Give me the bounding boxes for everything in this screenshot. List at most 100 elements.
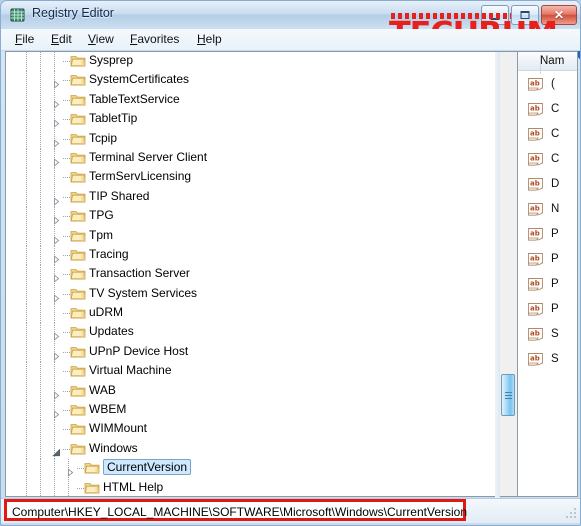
chevron-right-icon[interactable]	[52, 76, 61, 90]
chevron-right-icon[interactable]	[52, 251, 61, 264]
chevron-right-icon[interactable]	[52, 96, 61, 109]
folder-icon	[70, 345, 86, 359]
tree-item-label[interactable]: TPG	[89, 208, 114, 222]
menu-item-edit[interactable]: Edit	[45, 32, 78, 47]
svg-text:ab: ab	[530, 104, 540, 112]
menu-item-file[interactable]: File	[9, 32, 40, 47]
value-list-row[interactable]: ab (	[518, 74, 577, 99]
chevron-right-icon[interactable]	[52, 232, 61, 245]
tree-item[interactable]: WBEM	[6, 401, 494, 421]
tree-item-label[interactable]: Virtual Machine	[89, 363, 172, 377]
value-list-row[interactable]: ab S	[518, 349, 577, 374]
chevron-right-icon[interactable]	[52, 328, 61, 342]
tree-item-label[interactable]: TIP Shared	[89, 189, 149, 203]
close-button[interactable]: ✕	[541, 5, 577, 25]
tree-item-label[interactable]: WBEM	[89, 402, 126, 416]
tree-item[interactable]: Sysprep	[6, 52, 494, 72]
tree-item-label[interactable]: TableTextService	[89, 92, 180, 106]
tree-item-label[interactable]: Transaction Server	[89, 266, 190, 280]
tree-item-label[interactable]: TV System Services	[89, 286, 197, 300]
folder-icon	[70, 132, 86, 146]
resize-grip[interactable]	[565, 507, 578, 520]
menu-item-view[interactable]: View	[82, 32, 120, 47]
chevron-right-icon[interactable]	[52, 212, 61, 225]
tree-guide-line	[40, 265, 41, 285]
menu-item-favorites[interactable]: Favorites	[124, 32, 185, 47]
tree-item-label[interactable]: UPnP Device Host	[89, 344, 188, 358]
value-list-row[interactable]: ab C	[518, 99, 577, 124]
chevron-right-icon[interactable]	[52, 387, 61, 400]
tree-item[interactable]: Virtual Machine	[6, 362, 494, 382]
tree-item-label[interactable]: uDRM	[89, 305, 123, 319]
tree-item[interactable]: Updates	[6, 323, 494, 343]
tree-item[interactable]: TermServLicensing	[6, 168, 494, 188]
chevron-right-icon[interactable]	[52, 115, 61, 128]
tree-item[interactable]: Tracing	[6, 245, 494, 266]
chevron-right-icon[interactable]	[52, 348, 61, 361]
scrollbar-thumb[interactable]	[501, 374, 515, 416]
tree-item[interactable]: TV System Services	[6, 284, 494, 305]
chevron-right-icon[interactable]	[52, 406, 61, 419]
chevron-right-icon[interactable]	[66, 464, 75, 477]
chevron-right-icon[interactable]	[52, 290, 61, 303]
chevron-down-icon[interactable]	[52, 445, 61, 456]
value-list-row[interactable]: ab P	[518, 299, 577, 324]
tree-guide-line	[54, 304, 55, 324]
tree-item-label-selected[interactable]: CurrentVersion	[103, 459, 192, 476]
registry-tree-pane[interactable]: Sysprep SystemCertificates TableTextServic…	[5, 51, 495, 497]
tree-item[interactable]: TabletTip	[6, 110, 494, 130]
value-list-row[interactable]: ab C	[518, 124, 577, 149]
tree-vertical-scrollbar[interactable]	[500, 51, 517, 497]
tree-item[interactable]: Tpm	[6, 226, 494, 246]
tree-item-label[interactable]: Tcpip	[89, 131, 117, 145]
tree-guide-line	[26, 245, 27, 266]
tree-item[interactable]: CurrentVersion	[6, 459, 494, 479]
status-path-text: Computer\HKEY_LOCAL_MACHINE\SOFTWARE\Mic…	[12, 505, 468, 519]
chevron-right-icon[interactable]	[52, 270, 61, 284]
tree-item[interactable]: Windows	[6, 439, 494, 460]
tree-item-label[interactable]: TabletTip	[89, 111, 137, 125]
tree-item[interactable]: HTML Help	[6, 478, 494, 496]
tree-item[interactable]: TIP Shared	[6, 187, 494, 208]
value-list-row[interactable]: ab P	[518, 249, 577, 274]
svg-text:ab: ab	[530, 229, 540, 237]
value-list-row[interactable]: ab N	[518, 199, 577, 224]
tree-item-label[interactable]: WAB	[89, 383, 116, 397]
tree-item[interactable]: WIMMount	[6, 420, 494, 440]
tree-item-label[interactable]: Tpm	[89, 228, 113, 242]
tree-item-label[interactable]: WIMMount	[89, 421, 147, 435]
tree-item[interactable]: TPG	[6, 207, 494, 227]
values-column-header[interactable]: Nam	[518, 52, 577, 74]
svg-text:ab: ab	[530, 329, 540, 337]
value-list-row[interactable]: ab P	[518, 224, 577, 249]
tree-item[interactable]: TableTextService	[6, 90, 494, 111]
maximize-button[interactable]	[511, 5, 539, 25]
tree-item-label[interactable]: Tracing	[89, 247, 129, 261]
tree-item[interactable]: SystemCertificates	[6, 71, 494, 91]
tree-item-label[interactable]: TermServLicensing	[89, 169, 191, 183]
tree-item-label[interactable]: Terminal Server Client	[89, 150, 207, 164]
value-list-row[interactable]: ab S	[518, 324, 577, 349]
value-list-row[interactable]: ab C	[518, 149, 577, 174]
tree-item[interactable]: Terminal Server Client	[6, 148, 494, 169]
chevron-right-icon[interactable]	[52, 154, 61, 167]
tree-item[interactable]: UPnP Device Host	[6, 342, 494, 363]
tree-item[interactable]: WAB	[6, 381, 494, 402]
tree-item[interactable]: Transaction Server	[6, 265, 494, 285]
tree-item[interactable]: Tcpip	[6, 129, 494, 149]
tree-item[interactable]: uDRM	[6, 304, 494, 324]
chevron-right-icon[interactable]	[52, 135, 61, 148]
chevron-right-icon[interactable]	[52, 193, 61, 206]
registry-values-pane[interactable]: Nam ab (ab Cab Cab Cab Dab Nab Pab Pab Pab Pab Sab S	[517, 51, 578, 497]
tree-item-label[interactable]: Updates	[89, 324, 134, 338]
minimize-button[interactable]	[481, 5, 509, 25]
menu-item-help[interactable]: Help	[191, 32, 228, 47]
tree-item-label[interactable]: Sysprep	[89, 53, 133, 67]
value-name-text: P	[551, 303, 559, 315]
tree-item-label[interactable]: HTML Help	[103, 480, 163, 494]
value-list-row[interactable]: ab D	[518, 174, 577, 199]
tree-item-label[interactable]: Windows	[89, 441, 138, 455]
tree-guide-line	[26, 381, 27, 402]
value-list-row[interactable]: ab P	[518, 274, 577, 299]
tree-item-label[interactable]: SystemCertificates	[89, 72, 189, 86]
